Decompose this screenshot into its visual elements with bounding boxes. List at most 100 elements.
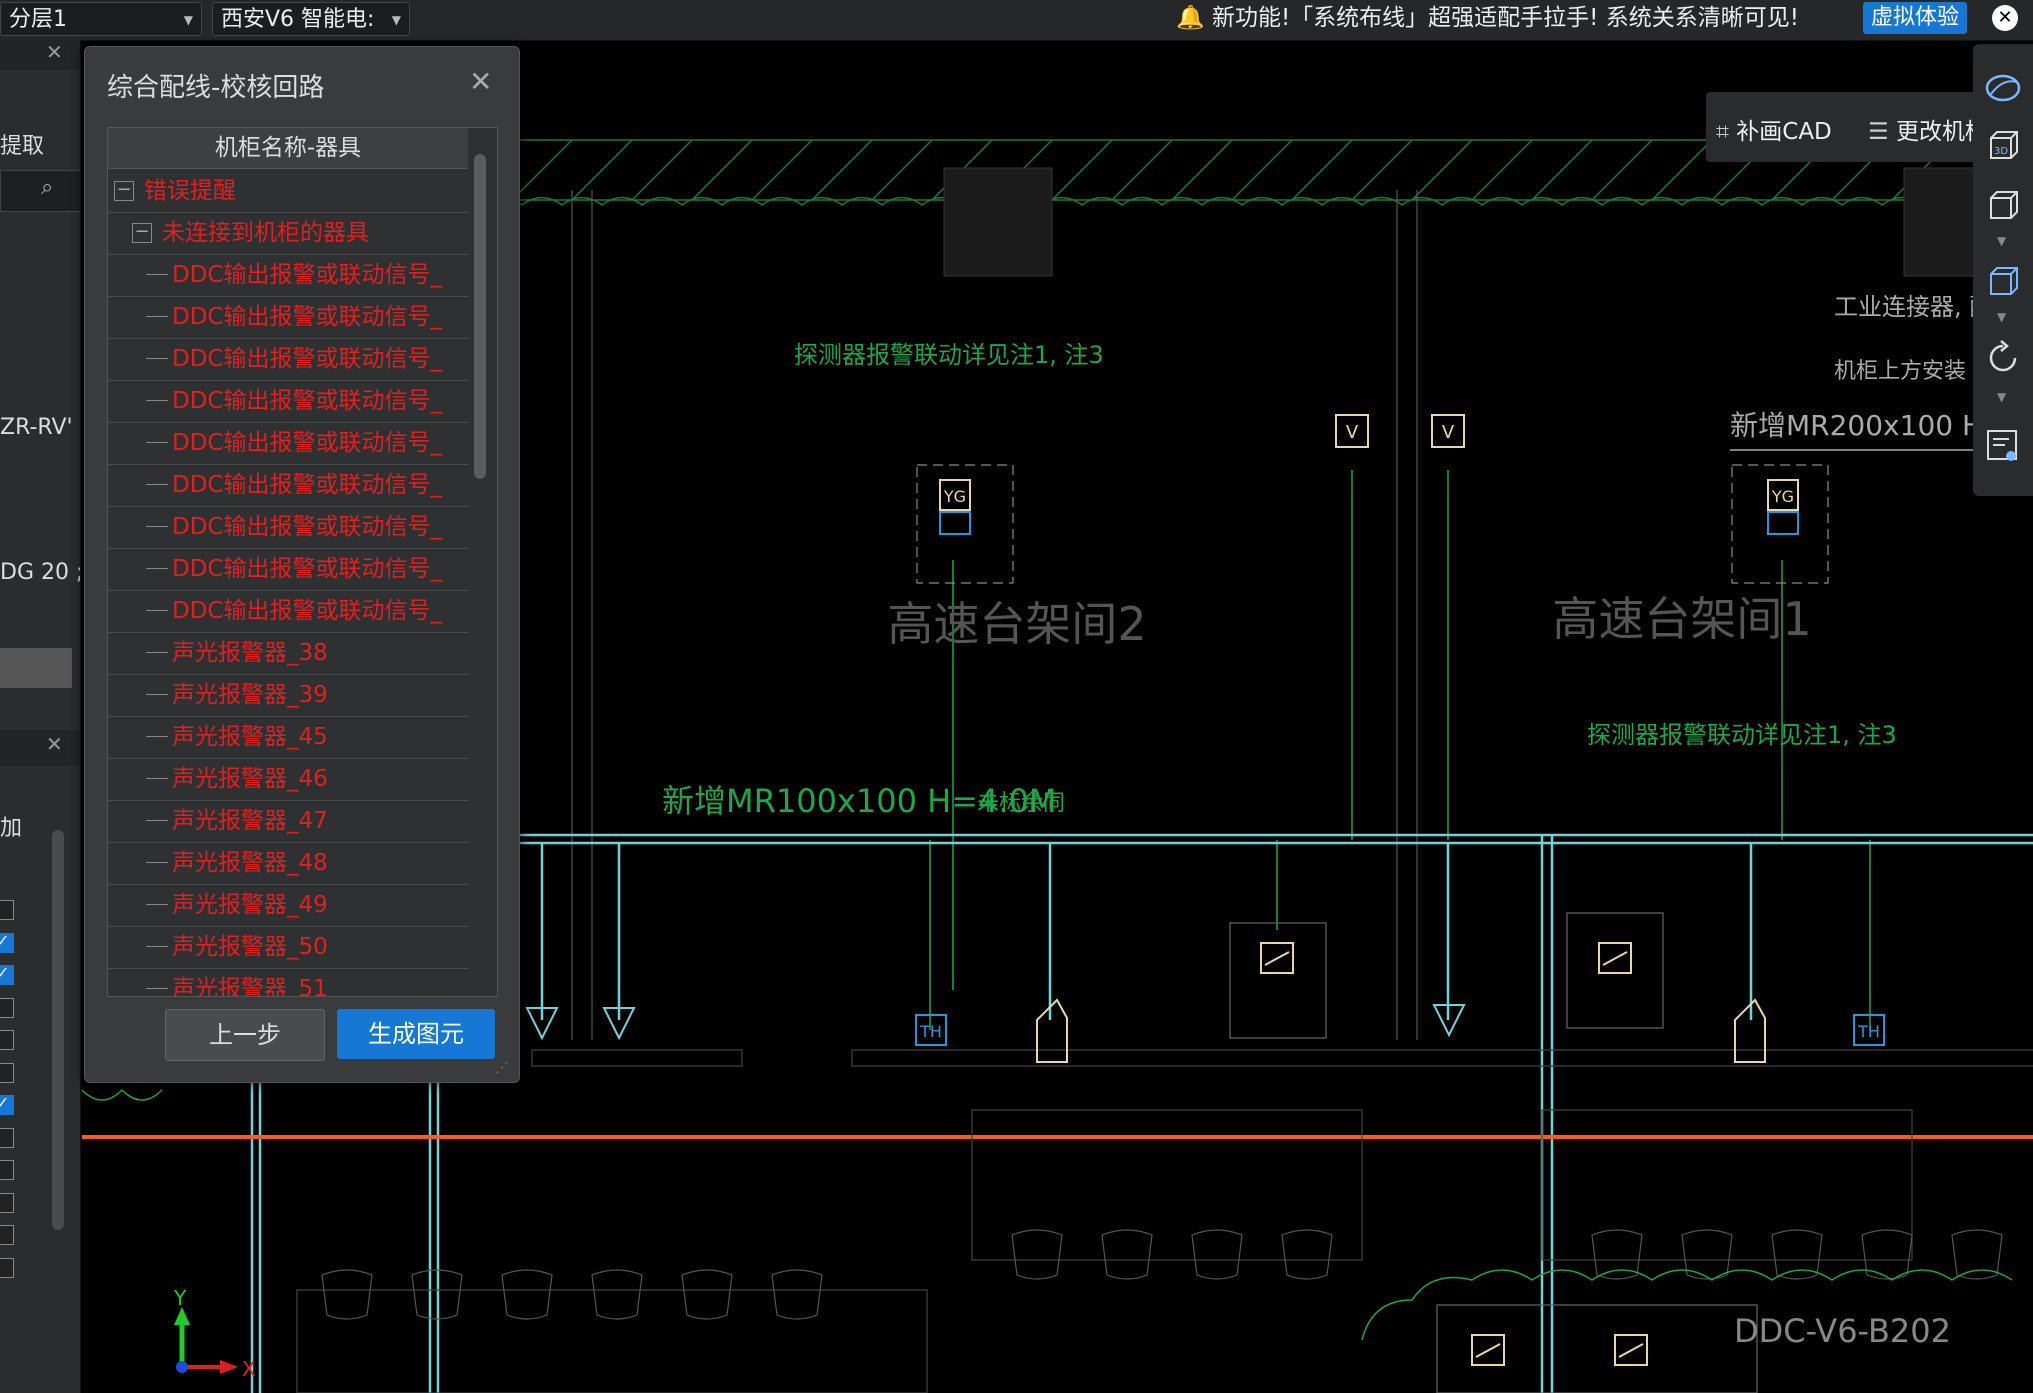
- search-input[interactable]: ⌕: [0, 170, 80, 212]
- tree-item[interactable]: 声光报警器_45: [108, 716, 468, 759]
- chevron-down-icon[interactable]: ▼: [1997, 234, 2006, 248]
- orbit-icon[interactable]: [1985, 70, 2021, 106]
- cube-icon[interactable]: [1985, 188, 2021, 224]
- tree-connector: [146, 358, 168, 359]
- tree-item[interactable]: DDC输出报警或联动信号_: [108, 254, 468, 297]
- layer-checkbox[interactable]: [0, 1062, 14, 1083]
- tree-item-label: DDC输出报警或联动信号_: [172, 346, 442, 372]
- tree-connector: [146, 652, 168, 653]
- properties-icon[interactable]: [1985, 428, 2021, 464]
- device-tree: 机柜名称-器具 − 错误提醒 − 未连接到机柜的器具 DDC输出报警或联动信号_ DDC输…: [107, 127, 498, 997]
- detector-note-2: 探测器报警联动详见注1, 注3: [1587, 721, 1897, 749]
- layer-checkbox[interactable]: [0, 997, 14, 1018]
- previous-step-button[interactable]: 上一步: [165, 1009, 325, 1061]
- resize-grip-icon[interactable]: ⋰: [495, 1060, 509, 1076]
- tree-item[interactable]: 声光报警器_48: [108, 842, 468, 885]
- tree-item-label: DDC输出报警或联动信号_: [172, 388, 442, 414]
- tree-item[interactable]: 声光报警器_50: [108, 926, 468, 969]
- search-icon: ⌕: [41, 175, 54, 200]
- scrollbar[interactable]: [52, 830, 64, 1230]
- layer-select-value: 分层1: [9, 7, 67, 32]
- project-select[interactable]: 西安V6 智能电: ▼: [212, 2, 410, 36]
- control-panels: [1229, 912, 1758, 1393]
- close-icon[interactable]: ✕: [46, 40, 63, 64]
- tree-item-label: 未连接到机柜的器具: [162, 220, 369, 246]
- feature-notice[interactable]: 🔔 新功能!「系统布线」超强适配手拉手! 系统关系清晰可见!: [1176, 0, 1799, 40]
- try-virtual-button[interactable]: 虚拟体验: [1863, 2, 1968, 34]
- tree-item-label: DDC输出报警或联动信号_: [172, 304, 442, 330]
- tree-connector: [146, 862, 168, 863]
- tree-item[interactable]: DDC输出报警或联动信号_: [108, 296, 468, 339]
- panel-header: ✕: [0, 40, 80, 70]
- chevron-down-icon[interactable]: ▼: [1997, 390, 2006, 404]
- view-3d-icon[interactable]: 3D: [1985, 128, 2021, 164]
- tree-item[interactable]: 声光报警器_38: [108, 632, 468, 675]
- close-icon[interactable]: ✕: [469, 65, 492, 98]
- layer-checkbox[interactable]: [0, 1192, 14, 1213]
- layer-checkbox[interactable]: [0, 900, 14, 920]
- tree-item[interactable]: DDC输出报警或联动信号_: [108, 380, 468, 423]
- collapse-toggle-icon[interactable]: −: [132, 223, 152, 243]
- scrollbar[interactable]: [474, 154, 486, 479]
- redraw-cad-button[interactable]: ⌗ 补画CAD: [1716, 112, 1832, 146]
- v-label: V: [1346, 422, 1359, 443]
- ucs-axis-icon: Y X: [173, 1286, 256, 1381]
- tree-item-label: DDC输出报警或联动信号_: [172, 472, 442, 498]
- yg-label: YG: [943, 487, 966, 506]
- tree-item[interactable]: 声光报警器_39: [108, 674, 468, 717]
- tree-item[interactable]: 声光报警器_46: [108, 758, 468, 801]
- generate-elements-button[interactable]: 生成图元: [337, 1009, 495, 1059]
- layer-checkbox[interactable]: [0, 1257, 14, 1278]
- tree-item-label: DDC输出报警或联动信号_: [172, 556, 442, 582]
- layer-checkbox[interactable]: [0, 1225, 14, 1245]
- layer-checkbox[interactable]: [0, 931, 14, 953]
- top-bar: 分层1 ▼ 西安V6 智能电: ▼ 🔔 新功能!「系统布线」超强适配手拉手! 系…: [0, 0, 2033, 41]
- layer-select[interactable]: 分层1 ▼: [0, 2, 202, 36]
- tree-item[interactable]: DDC输出报警或联动信号_: [108, 422, 468, 465]
- layer-checkbox[interactable]: [0, 963, 14, 985]
- chevron-down-icon: ▼: [391, 13, 401, 27]
- tree-item[interactable]: 声光报警器_49: [108, 884, 468, 927]
- tree-connector: [146, 694, 168, 695]
- layer-checkbox[interactable]: [0, 1030, 14, 1050]
- tree-connector: [146, 736, 168, 737]
- tree-connector: [146, 400, 168, 401]
- v-device-2[interactable]: V: [1431, 414, 1465, 448]
- th-device-2[interactable]: TH: [1853, 1014, 1885, 1046]
- cube-blue-icon[interactable]: [1985, 264, 2021, 300]
- tray-note-1: 未标余同: [977, 791, 1065, 816]
- chairs: [321, 1229, 2003, 1320]
- layer-checkbox[interactable]: [0, 1093, 14, 1115]
- tree-item-label: 声光报警器_48: [172, 850, 328, 876]
- tree-item[interactable]: 声光报警器_51: [108, 968, 468, 997]
- chevron-down-icon[interactable]: ▼: [1997, 310, 2006, 324]
- extract-label[interactable]: 提取: [0, 128, 44, 160]
- tree-group-node[interactable]: − 错误提醒: [108, 170, 468, 213]
- selected-row[interactable]: [0, 648, 72, 688]
- layer-checkbox[interactable]: [0, 1127, 14, 1148]
- add-label[interactable]: 加: [0, 810, 22, 842]
- svg-text:TH: TH: [919, 1022, 942, 1041]
- tree-item-label: DDC输出报警或联动信号_: [172, 262, 442, 288]
- yg-device-1[interactable]: YG: [939, 479, 971, 535]
- close-icon[interactable]: ✕: [46, 732, 63, 756]
- tree-item[interactable]: 声光报警器_47: [108, 800, 468, 843]
- project-select-value: 西安V6 智能电:: [221, 7, 375, 32]
- tree-item[interactable]: DDC输出报警或联动信号_: [108, 548, 468, 591]
- tree-item[interactable]: DDC输出报警或联动信号_: [108, 590, 468, 633]
- layer-checkbox[interactable]: [0, 1160, 14, 1180]
- v-device-1[interactable]: V: [1335, 414, 1369, 448]
- tree-connector: [146, 820, 168, 821]
- rotate-icon[interactable]: [1985, 340, 2021, 376]
- tree-item-label: 声光报警器_51: [172, 976, 328, 997]
- dialog-title: 综合配线-校核回路: [107, 73, 325, 103]
- collapse-toggle-icon[interactable]: −: [114, 181, 134, 201]
- close-icon[interactable]: ✕: [1992, 5, 2018, 31]
- tree-item[interactable]: DDC输出报警或联动信号_: [108, 338, 468, 381]
- th-device-1[interactable]: TH: [915, 1014, 947, 1046]
- tree-group-node[interactable]: − 未连接到机柜的器具: [108, 212, 468, 255]
- tree-item[interactable]: DDC输出报警或联动信号_: [108, 506, 468, 549]
- change-cabinet-button[interactable]: ☰ 更改机柜: [1868, 112, 1988, 146]
- tree-item[interactable]: DDC输出报警或联动信号_: [108, 464, 468, 507]
- yg-device-2[interactable]: YG: [1767, 479, 1799, 535]
